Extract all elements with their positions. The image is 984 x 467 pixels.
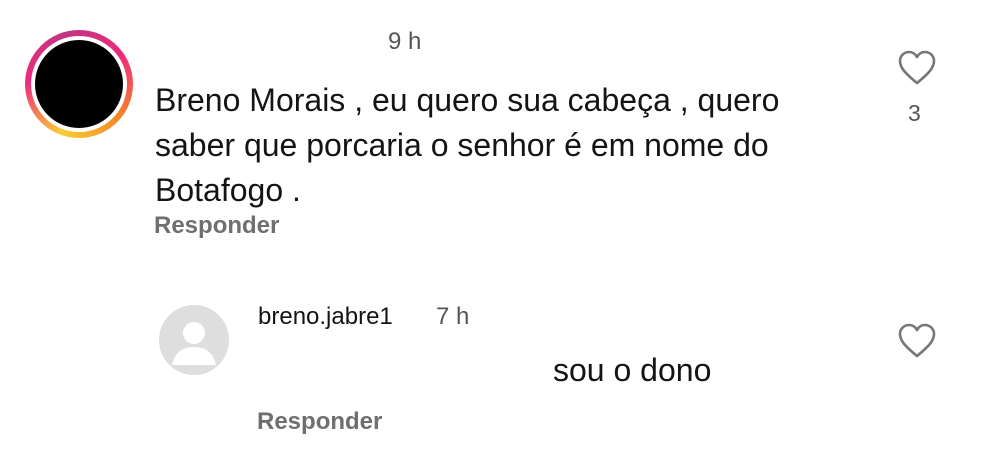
reply-timestamp: 7 h xyxy=(436,303,470,330)
reply-text: sou o dono xyxy=(553,352,712,388)
reply-button[interactable]: Responder xyxy=(257,408,382,436)
reply-username[interactable]: breno.jabre1 xyxy=(258,303,393,331)
comment-text: Breno Morais , eu quero sua cabeça , que… xyxy=(155,82,780,208)
avatar-image xyxy=(35,40,123,128)
default-user-icon xyxy=(159,305,229,375)
like-count: 3 xyxy=(908,100,921,126)
heart-outline-icon[interactable] xyxy=(898,50,936,86)
avatar-ring-gap xyxy=(31,36,127,132)
heart-outline-icon[interactable] xyxy=(898,323,936,359)
reply-avatar[interactable] xyxy=(159,305,229,375)
comment-timestamp: 9 h xyxy=(388,28,422,55)
commenter-avatar[interactable] xyxy=(25,30,133,138)
reply-button[interactable]: Responder xyxy=(154,212,279,240)
